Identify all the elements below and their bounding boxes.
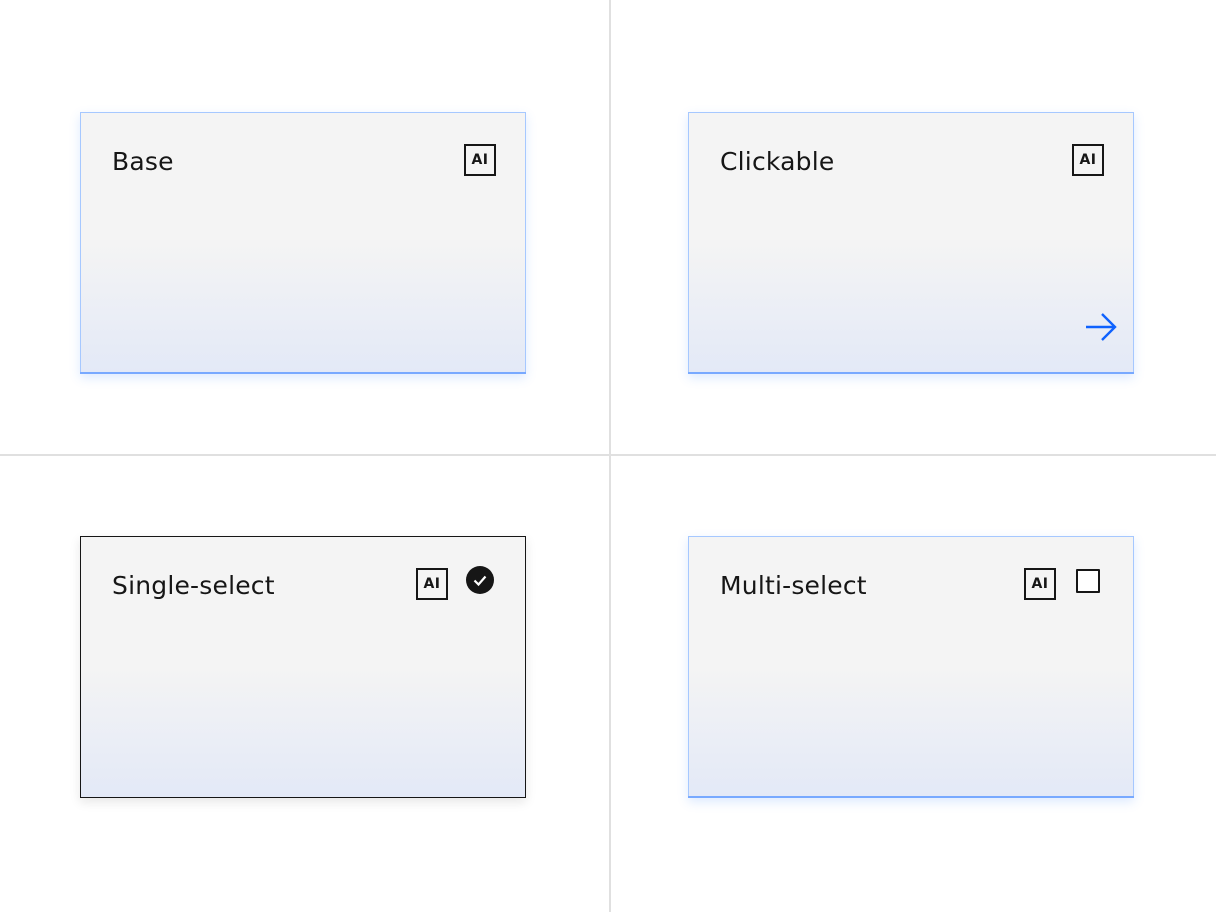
arrow-right-icon bbox=[1086, 313, 1117, 341]
multi-select-tile[interactable]: Multi-select AI bbox=[688, 536, 1134, 798]
checkmark-filled-icon bbox=[466, 566, 494, 594]
tile-accent-border bbox=[688, 372, 1134, 374]
tile-accent-border bbox=[80, 372, 526, 374]
checkbox-icon[interactable] bbox=[1076, 569, 1100, 593]
vertical-divider bbox=[609, 0, 611, 912]
tile-title: Multi-select bbox=[720, 571, 867, 600]
tile-accent-border bbox=[688, 796, 1134, 798]
tile-title: Base bbox=[112, 147, 174, 176]
horizontal-divider bbox=[0, 454, 1216, 456]
single-select-tile[interactable]: Single-select AI bbox=[80, 536, 526, 798]
tile-title: Single-select bbox=[112, 571, 275, 600]
ai-label-icon[interactable]: AI bbox=[1024, 568, 1056, 600]
tile-title: Clickable bbox=[720, 147, 835, 176]
ai-label-icon[interactable]: AI bbox=[416, 568, 448, 600]
ai-label-icon[interactable]: AI bbox=[464, 144, 496, 176]
clickable-tile[interactable]: Clickable AI bbox=[688, 112, 1134, 374]
ai-label-icon[interactable]: AI bbox=[1072, 144, 1104, 176]
base-tile: Base AI bbox=[80, 112, 526, 374]
